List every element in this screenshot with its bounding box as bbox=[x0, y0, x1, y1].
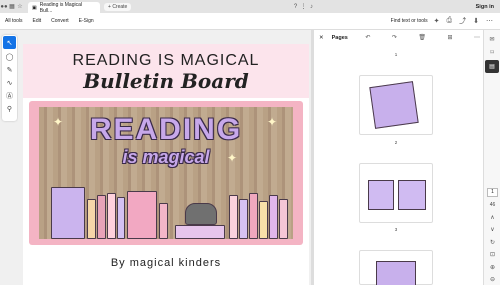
document-page: READING IS MAGICAL Bulletin Board READIN… bbox=[23, 44, 309, 285]
stamp-tool-icon[interactable]: ⚲ bbox=[2, 102, 17, 115]
banner-reading-text: READING bbox=[89, 113, 243, 146]
pages-panel: ✕ Pages ↶ ↷ 🗑 ⊞ ⋯ 1 2 3 bbox=[313, 30, 483, 285]
book-illustration bbox=[269, 195, 278, 239]
book-illustration bbox=[229, 195, 238, 239]
book-illustration bbox=[51, 187, 85, 239]
book-illustration bbox=[259, 201, 268, 239]
fit-page-icon[interactable]: ⊡ bbox=[485, 248, 500, 261]
bell-icon[interactable]: ♪ bbox=[307, 4, 315, 10]
rotate-icon[interactable]: ↷ bbox=[392, 34, 397, 41]
cat-illustration bbox=[185, 203, 217, 225]
title-band: READING IS MAGICAL Bulletin Board bbox=[23, 44, 309, 98]
tab-favicon-icon: ▣ bbox=[32, 4, 37, 11]
book-illustration bbox=[279, 199, 288, 239]
sign-in-button[interactable]: Sign in bbox=[476, 4, 494, 10]
pages-panel-header: ✕ Pages ↶ ↷ 🗑 ⊞ ⋯ bbox=[314, 30, 484, 45]
document-title-line2: Bulletin Board bbox=[83, 69, 249, 93]
right-sidebar: ✉ ⌑ ▤ 1 46 ∧ ∨ ↻ ⊡ ⊕ ⊖ ⤢ bbox=[483, 30, 500, 285]
star-icon[interactable]: ☆ bbox=[16, 3, 24, 10]
book-illustration bbox=[239, 199, 248, 239]
share-icon[interactable]: ⤴ bbox=[459, 16, 466, 26]
more-options-icon[interactable]: ⋯ bbox=[474, 34, 480, 41]
bookmark-icon[interactable]: ⌑ bbox=[484, 46, 500, 59]
browser-tab[interactable]: ▣ Reading is Magical Bull... bbox=[28, 1, 100, 14]
menu-edit[interactable]: Edit bbox=[33, 18, 42, 24]
zoom-out-icon[interactable]: ⊖ bbox=[485, 273, 500, 285]
book-illustration bbox=[117, 197, 125, 239]
banner-image: READING is magical ✦ ✦ ✦ bbox=[29, 101, 303, 245]
menu-convert[interactable]: Convert bbox=[51, 18, 69, 24]
more-options-icon[interactable]: ⋯ bbox=[486, 17, 493, 25]
browser-tab-bar: ●● ▦ ☆ ▣ Reading is Magical Bull... + Cr… bbox=[0, 0, 500, 14]
page-total: 46 bbox=[489, 202, 496, 208]
tab-title: Reading is Magical Bull... bbox=[39, 1, 82, 14]
book-illustration bbox=[369, 81, 419, 129]
page-thumbnail[interactable] bbox=[359, 75, 433, 135]
book-illustration bbox=[368, 180, 394, 210]
left-toolbar: ↖ ◯ ✎ ∿ Ⓐ ⚲ bbox=[2, 35, 17, 121]
comment-tool-icon[interactable]: ◯ bbox=[2, 50, 17, 63]
help-icon[interactable]: ? bbox=[291, 4, 299, 10]
page-thumbnail[interactable] bbox=[359, 250, 433, 285]
byline-text: By magical kinders bbox=[110, 257, 222, 269]
book-illustration bbox=[127, 191, 157, 239]
sparkle-icon: ✦ bbox=[267, 115, 278, 129]
book-illustration bbox=[87, 199, 96, 239]
window-dots-icon[interactable]: ●● bbox=[0, 4, 8, 10]
pages-panel-title: Pages bbox=[331, 34, 348, 41]
menu-esign[interactable]: E-Sign bbox=[79, 18, 94, 24]
page-thumb-label: 2 bbox=[394, 140, 398, 145]
print-icon[interactable]: ⎙ bbox=[447, 17, 453, 25]
delete-icon[interactable]: 🗑 bbox=[418, 34, 426, 41]
tab-grid-icon[interactable]: ▦ bbox=[8, 3, 16, 10]
new-tab-button[interactable]: + Create bbox=[104, 2, 132, 11]
page-down-icon[interactable]: ∨ bbox=[485, 223, 500, 236]
page-number-input[interactable]: 1 bbox=[487, 188, 498, 197]
pages-icon[interactable]: ▤ bbox=[485, 60, 499, 73]
book-illustration bbox=[97, 195, 106, 239]
ai-assistant-icon[interactable]: ✦ bbox=[434, 17, 440, 25]
banner-magical-text: is magical bbox=[122, 147, 210, 167]
close-icon[interactable]: ✕ bbox=[319, 35, 324, 41]
book-illustration bbox=[249, 193, 258, 239]
draw-tool-icon[interactable]: ∿ bbox=[2, 76, 17, 89]
book-illustration bbox=[398, 180, 426, 210]
page-thumb-label: 3 bbox=[394, 227, 398, 232]
book-illustration bbox=[376, 261, 416, 285]
page-thumbnail[interactable] bbox=[359, 163, 433, 223]
menu-all-tools[interactable]: All tools bbox=[5, 18, 23, 24]
sparkle-icon: ✦ bbox=[53, 115, 64, 129]
text-tool-icon[interactable]: Ⓐ bbox=[2, 89, 17, 102]
wood-background: READING is magical ✦ ✦ ✦ bbox=[39, 107, 293, 239]
pen-tool-icon[interactable]: ✎ bbox=[2, 63, 17, 76]
book-illustration bbox=[107, 193, 116, 239]
menu-bar: All tools Edit Convert E-Sign Find text … bbox=[0, 13, 500, 30]
book-stack-illustration bbox=[175, 225, 225, 239]
insert-page-icon[interactable]: ⊞ bbox=[447, 34, 452, 41]
page-thumb-label: 1 bbox=[394, 52, 398, 57]
search-tools-input[interactable]: Find text or tools bbox=[391, 18, 428, 24]
chat-icon[interactable]: ✉ bbox=[484, 33, 500, 46]
document-title-line1: READING IS MAGICAL bbox=[72, 52, 260, 69]
book-illustration bbox=[159, 203, 168, 239]
grid-apps-icon[interactable]: ⋮ bbox=[299, 3, 307, 10]
select-tool-icon[interactable]: ↖ bbox=[3, 36, 16, 49]
sparkle-icon: ✦ bbox=[227, 151, 238, 165]
save-icon[interactable]: ⬇ bbox=[473, 17, 479, 25]
document-area[interactable]: READING IS MAGICAL Bulletin Board READIN… bbox=[18, 30, 310, 285]
undo-icon[interactable]: ↶ bbox=[365, 34, 370, 41]
